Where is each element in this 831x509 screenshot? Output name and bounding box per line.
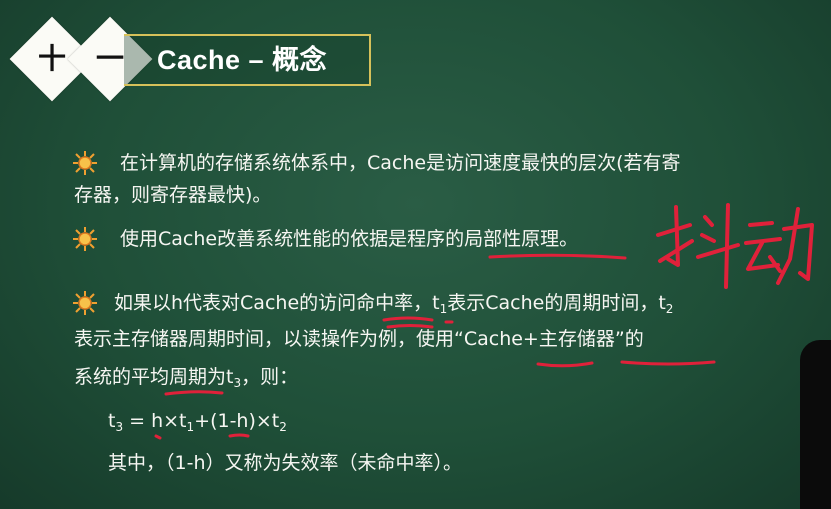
formula-sub-1: 1 xyxy=(186,420,195,434)
sun-bullet-icon xyxy=(73,151,97,175)
bullet-3-line-1: 如果以h代表对Cache的访问命中率，t1表示Cache的周期时间，t2 xyxy=(114,286,673,326)
slide-header: 十 一 Cache – 概念 xyxy=(9,14,382,104)
subscript-2: 2 xyxy=(665,302,674,316)
sun-bullet-icon xyxy=(73,291,97,315)
presenter-silhouette xyxy=(800,340,831,509)
underline-cache xyxy=(536,361,594,368)
bullet-2-text: 使用Cache改善系统性能的依据是程序的局部性原理。 xyxy=(120,228,579,250)
bullet-3-line-1-b: 表示Cache的周期时间，t xyxy=(447,292,666,314)
formula-rhs-b: +(1-h)×t xyxy=(194,410,280,432)
bullet-3-line-3-a: 系统的平均周期为t xyxy=(74,366,234,388)
formula: t3 = h×t1+(1-h)×t2 xyxy=(108,404,287,444)
formula-lhs-sub: 3 xyxy=(115,420,124,434)
bullet-1-line-2: 存器，则寄存器最快)。 xyxy=(74,184,272,206)
bullet-3-line-1-a: 如果以h代表对Cache的访问命中率，t xyxy=(114,292,440,314)
bullet-3-line-3: 系统的平均周期为t3，则： xyxy=(74,360,298,400)
slide-title: Cache – 概念 xyxy=(157,45,328,75)
bullet-1-line-1: 在计算机的存储系统体系中，Cache是访问速度最快的层次(若有寄 xyxy=(120,152,681,174)
bullet-3-line-3-b: ，则： xyxy=(241,366,299,388)
formula-rhs-a: = h×t xyxy=(123,410,187,432)
formula-sub-2: 2 xyxy=(279,420,287,434)
bullet-3-line-2: 表示主存储器周期时间，以读操作为例，使用“Cache+主存储器”的 xyxy=(74,328,644,350)
sun-bullet-icon xyxy=(73,227,97,251)
badge-number-1: 十 xyxy=(37,42,66,75)
underline-main-memory xyxy=(620,360,716,366)
subscript-3: 3 xyxy=(233,376,242,390)
miss-rate-note: 其中，（1-h）又称为失效率（未命中率）。 xyxy=(108,452,462,474)
handwritten-annotation-drawing xyxy=(656,203,814,289)
